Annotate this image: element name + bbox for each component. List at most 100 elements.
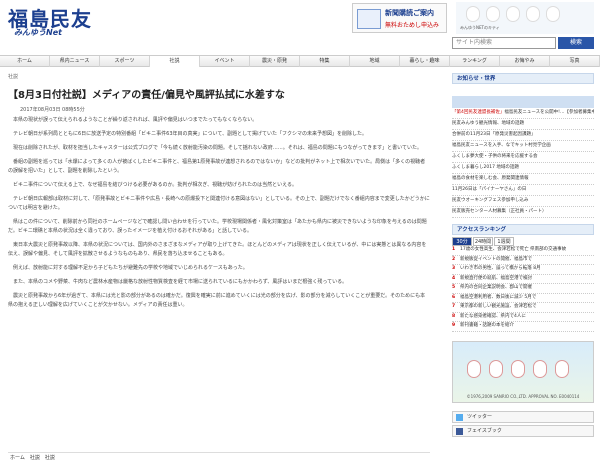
news-text: 11月26日は「パイナーヤさん」の日 bbox=[452, 187, 527, 192]
site-header: 福島民友 みんゆうNet 新聞購読ご案内 無料おためし申込み みんゆうNETのキ… bbox=[0, 0, 600, 52]
kitty-caption: みんゆうNETのキティ bbox=[460, 25, 500, 30]
newspaper-icon bbox=[357, 9, 381, 29]
ranking-number: 8 bbox=[452, 313, 456, 319]
ranking-item[interactable]: 8 新たな感染者確認、県内で4人に bbox=[452, 313, 594, 322]
nav-item[interactable]: お悔やみ bbox=[500, 56, 550, 67]
ranking-item[interactable]: 1 17歳の女性高生、会津若松で死亡 県南部の交通事故 bbox=[452, 246, 594, 256]
ranking-text: 新刊書籍・話題の本を紹介 bbox=[460, 323, 514, 328]
news-item[interactable]: ふくしま暮らし2017 地域の話題 bbox=[452, 163, 594, 174]
ad-subtitle: 無料おためし申込み bbox=[385, 22, 440, 29]
ranking-tab[interactable]: 30分 bbox=[452, 237, 472, 246]
ranking-number: 9 bbox=[452, 323, 456, 328]
ranking-text: 新たな感染者確認、県内で4人に bbox=[460, 313, 526, 319]
news-item[interactable]: ふくしま夢大使・子供の将来を応援する会 bbox=[452, 152, 594, 163]
sns-buttons: ツイッター フェイスブック bbox=[452, 411, 594, 439]
news-item[interactable]: 福島民友ニュースを入手、なでキット村見学企画 bbox=[452, 141, 594, 152]
article-date: 2017年08月03日 08時55分 bbox=[20, 107, 85, 113]
nav-item[interactable]: 写真 bbox=[550, 56, 600, 67]
ranking-text: 新規直行便の就航、福島空港で検討 bbox=[460, 275, 532, 281]
kitty-icon bbox=[506, 6, 520, 22]
article-paragraph: 東日本大震災と原発事故以降、本県の状況については、国内外のさまざまなメディアが取… bbox=[8, 242, 427, 257]
article-title: 【8月3日付社説】メディアの責任/偏見や風評払拭に水差すな bbox=[8, 90, 285, 101]
news-text: 民友ウオーキングフェス参加申し込み bbox=[452, 198, 529, 203]
nav-item[interactable]: 震災・原発 bbox=[250, 56, 300, 67]
ranking-number: 2 bbox=[452, 256, 456, 262]
article-paragraph: 現在は削除されたが、取材を担当したキャスターは公式ブログで「今も続く放射能汚染の… bbox=[13, 145, 423, 151]
sidebar: お知らせ・世界 「第4回民友連盟長補佐」福島民友ニュースを公開中!…【参加者募集… bbox=[452, 73, 594, 332]
article-paragraph: 本県の現状が誤って伝えられるようなことが繰り返されれば、風評や偏見はいつまでたっ… bbox=[13, 117, 258, 123]
news-item[interactable]: 合併前の11月23日「原発災害起因課題」 bbox=[452, 130, 594, 141]
ranking-text: 福島空港利用者、数日後に減少 5月で bbox=[460, 294, 537, 300]
ranking-list: 1 17歳の女性高生、会津若松で死亡 県南部の交通事故 2 新規販促イベントの開催、福… bbox=[452, 246, 594, 332]
article-paragraph: 番組の副題を巡っては「水爆によって多くの人が被ばくしたビキニ事件と、福島第1原発… bbox=[8, 159, 426, 174]
ranking-item[interactable]: 3 いわき市の男性、誤って橋から転落 8月 bbox=[452, 265, 594, 275]
news-item[interactable]: 福島の食材を楽しむ会、原発関連情報 bbox=[452, 174, 594, 185]
article-paragraph: また、本県のコメや野菜、牛肉など農林水産物は厳格な放射性物質検査を経て市場に送ら… bbox=[13, 279, 348, 285]
facebook-icon bbox=[456, 428, 463, 435]
search-button[interactable]: 検索 bbox=[558, 37, 594, 49]
kitty-banner[interactable]: みんゆうNETのキティ bbox=[456, 2, 594, 34]
ranking-text: 県内の合同企業説明会、郡山で開催 bbox=[460, 285, 532, 290]
nav-item[interactable]: スポーツ bbox=[100, 56, 150, 67]
ranking-text: 新規販促イベントの開催、福島市で bbox=[460, 256, 532, 262]
ranking-number: 6 bbox=[452, 294, 456, 300]
twitter-label: ツイッター bbox=[467, 414, 493, 420]
article-body: 本県の現状が誤って伝えられるようなことが繰り返されれば、風評や偏見はいつまでたっ… bbox=[8, 116, 430, 315]
twitter-button[interactable]: ツイッター bbox=[452, 411, 594, 423]
ranking-item[interactable]: 6 福島空港利用者、数日後に減少 5月で bbox=[452, 294, 594, 303]
ranking-tab[interactable]: 24時間 bbox=[473, 237, 493, 246]
news-item[interactable]: 「第4回民友連盟長補佐」福島民友ニュースを公開中!…【参加者募集中】 bbox=[452, 108, 594, 119]
kitty-ad-caption: ©1976,2009 SANRIO CO.,LTD. APPROVAL NO. … bbox=[466, 394, 580, 399]
ranking-text: 17歳の女性高生、会津若松で死亡 県南部の交通事故 bbox=[460, 247, 567, 252]
ranking-number: 7 bbox=[452, 304, 456, 309]
ranking-number: 5 bbox=[452, 285, 456, 290]
ranking-item[interactable]: 4 新規直行便の就航、福島空港で検討 bbox=[452, 275, 594, 284]
kitty-icon bbox=[546, 6, 560, 22]
main-nav: ホーム 県内ニュース スポーツ 社説 イベント 震災・原発 特集 地域 暮らし・趣味 ランキングお… bbox=[0, 55, 600, 67]
news-item[interactable]: 11月26日は「パイナーヤさん」の日 bbox=[452, 185, 594, 196]
ranking-item[interactable]: 9 新刊書籍・話題の本を紹介 bbox=[452, 322, 594, 332]
nav-item[interactable]: 暮らし・趣味 bbox=[400, 56, 450, 67]
ranking-item[interactable]: 5 県内の合同企業説明会、郡山で開催 bbox=[452, 284, 594, 294]
subscription-ad[interactable]: 新聞購読ご案内 無料おためし申込み bbox=[352, 3, 447, 33]
notice-heading: お知らせ・世界 bbox=[452, 73, 594, 84]
news-item[interactable]: 民友みんゆう観光情報、地域の話題 bbox=[452, 119, 594, 130]
kitty-icon bbox=[486, 6, 500, 22]
news-text: 民友販売センター人材募集（正社員・パート） bbox=[452, 209, 547, 214]
article-tags[interactable]: ホーム 社説 社説 bbox=[8, 452, 430, 463]
kitty-icon bbox=[466, 6, 480, 22]
ranking-number: 4 bbox=[452, 275, 456, 281]
facebook-label: フェイスブック bbox=[467, 428, 502, 434]
nav-item[interactable]: 県内ニュース bbox=[50, 56, 100, 67]
kitty-icon bbox=[489, 360, 503, 378]
facebook-button[interactable]: フェイスブック bbox=[452, 425, 594, 437]
twitter-icon bbox=[456, 414, 463, 421]
news-text: 民友みんゆう観光情報、地域の話題 bbox=[452, 121, 524, 126]
news-text: 合併前の11月23日「原発災害起因課題」 bbox=[452, 132, 536, 137]
news-text: ふくしま暮らし2017 地域の話題 bbox=[452, 165, 519, 170]
ranking-item[interactable]: 2 新規販促イベントの開催、福島市で bbox=[452, 256, 594, 265]
nav-item[interactable]: 特集 bbox=[300, 56, 350, 67]
article-paragraph: テレビ朝日が系列局とともに6日に放送予定の特別番組「ビキニ事件63年目の真実」に… bbox=[13, 131, 368, 137]
news-text: 福島の食材を楽しむ会、原発関連情報 bbox=[452, 176, 529, 181]
breadcrumb[interactable]: 社説 bbox=[8, 73, 18, 80]
notice-banner[interactable] bbox=[452, 96, 594, 108]
ranking-number: 3 bbox=[452, 266, 456, 271]
site-logo-sub[interactable]: みんゆうNet bbox=[14, 27, 62, 38]
nav-item[interactable]: ランキング bbox=[450, 56, 500, 67]
nav-item[interactable]: ホーム bbox=[0, 56, 50, 67]
kitty-icon bbox=[467, 360, 481, 378]
news-text: ふくしま夢大使・子供の将来を応援する会 bbox=[452, 154, 538, 159]
search-input[interactable]: サイト内検索 bbox=[452, 37, 556, 49]
news-item[interactable]: 民友販売センター人材募集（正社員・パート） bbox=[452, 207, 594, 218]
news-item[interactable]: 民友ウオーキングフェス参加申し込み bbox=[452, 196, 594, 207]
nav-item[interactable]: イベント bbox=[200, 56, 250, 67]
news-list: 「第4回民友連盟長補佐」福島民友ニュースを公開中!…【参加者募集中】民友みんゆう… bbox=[452, 108, 594, 218]
nav-item[interactable]: 社説 bbox=[150, 56, 200, 67]
ranking-tab[interactable]: 1週間 bbox=[494, 237, 514, 246]
nav-item[interactable]: 地域 bbox=[350, 56, 400, 67]
ad-title: 新聞購読ご案内 bbox=[385, 9, 434, 17]
ranking-item[interactable]: 7 東京都の新しい観光施設、会津若松で bbox=[452, 303, 594, 313]
ranking-number: 1 bbox=[452, 247, 456, 252]
kitty-ad[interactable]: ©1976,2009 SANRIO CO.,LTD. APPROVAL NO. … bbox=[452, 341, 594, 403]
